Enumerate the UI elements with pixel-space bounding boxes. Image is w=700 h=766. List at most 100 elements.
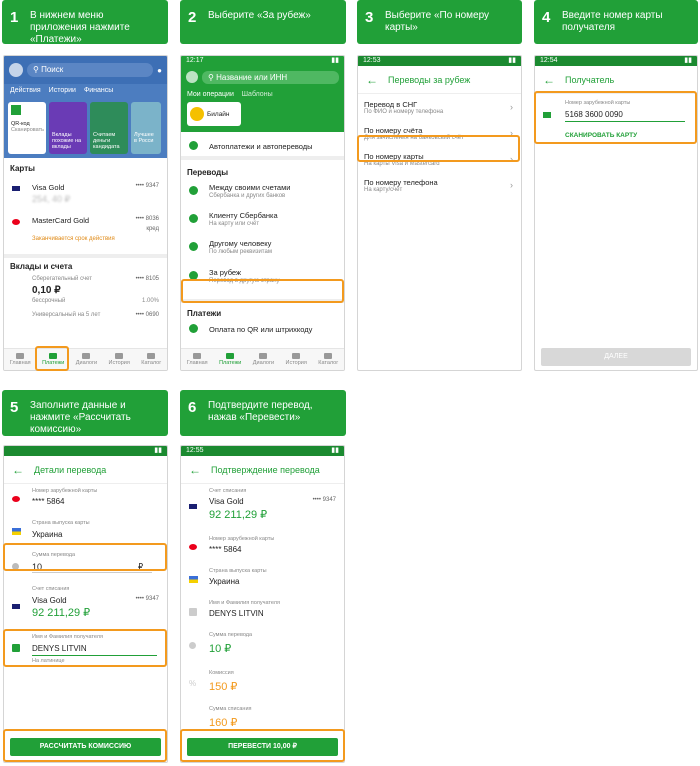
nav-home[interactable]: Главная xyxy=(187,353,208,366)
step-text: Заполните данные и нажмите «Рассчитать к… xyxy=(30,400,131,435)
autopay-link[interactable]: Автоплатежи и автопереводы xyxy=(209,142,313,151)
nav-home[interactable]: Главная xyxy=(10,353,31,366)
nav-history[interactable]: История xyxy=(108,353,130,366)
card-number-value: **** 5864 xyxy=(32,497,65,506)
tab-actions[interactable]: Действия xyxy=(10,84,41,98)
qr-icon xyxy=(11,105,21,115)
card-name[interactable]: MasterCard Gold xyxy=(32,216,89,225)
item-title: Перевод в СНГ xyxy=(364,100,418,109)
status-time: 12:54 xyxy=(540,57,558,64)
search-input[interactable]: ⚲ Поиск xyxy=(27,63,154,77)
nav-dialogs[interactable]: Диалоги xyxy=(76,353,97,366)
nav-label: Главная xyxy=(186,360,208,366)
card-name[interactable]: Visa Gold xyxy=(32,183,64,192)
item-sub: На карту или счёт xyxy=(209,221,260,227)
card-credit: кред xyxy=(146,226,159,232)
visa-icon xyxy=(189,504,197,509)
step-text: В нижнем меню приложения нажмите «Платеж… xyxy=(30,10,130,45)
person-icon xyxy=(12,644,20,652)
avatar[interactable] xyxy=(9,63,23,77)
total-value: 160 ₽ xyxy=(209,717,238,729)
mastercard-icon xyxy=(189,544,197,550)
amount-input[interactable]: 10 xyxy=(32,562,152,573)
transfer-by-account[interactable]: По номеру счёта Для зачисления на банковс… xyxy=(358,126,521,150)
autopay-icon xyxy=(189,141,198,150)
transfer-sber-client[interactable]: Клиенту Сбербанка На карту или счёт xyxy=(181,209,344,237)
bell-icon[interactable]: ● xyxy=(157,66,162,75)
nav-catalog[interactable]: Каталог xyxy=(318,353,338,366)
visa-icon xyxy=(12,604,20,609)
tab-finance[interactable]: Финансы xyxy=(84,84,113,98)
account-number: •••• 9347 xyxy=(135,596,159,602)
back-arrow-icon[interactable]: ← xyxy=(366,73,378,87)
story-card[interactable]: Считаем деньги кандидата xyxy=(90,102,128,154)
mastercard-icon xyxy=(12,219,20,225)
recipient-name-value: DENYS LITVIN xyxy=(209,609,264,618)
phone-payments: 12:17 ▮▮ ⚲ Название или ИНН Мои операции … xyxy=(180,55,345,371)
search-icon: ⚲ xyxy=(33,65,42,74)
step-number: 5 xyxy=(10,399,19,416)
transfer-button[interactable]: ПЕРЕВЕСТИ 10,00 ₽ xyxy=(187,738,338,756)
transfer-cis[interactable]: Перевод в СНГ По ФИО и номеру телефона › xyxy=(358,100,521,124)
person-icon xyxy=(189,608,197,616)
tab-stories[interactable]: Истории xyxy=(49,84,76,98)
qr-payment-link[interactable]: Оплата по QR или штрихкоду xyxy=(209,325,312,334)
transfer-other-person[interactable]: Другому человеку По любым реквизитам xyxy=(181,237,344,265)
story-card[interactable]: Вклады похожие на вклады xyxy=(49,102,87,154)
scan-card-button[interactable]: СКАНИРОВАТЬ КАРТУ xyxy=(565,132,637,139)
nav-dialogs[interactable]: Диалоги xyxy=(253,353,274,366)
phone-home: ⚲ Поиск ● Действия Истории Финансы QR-код С… xyxy=(3,55,168,371)
phone-confirm: 12:55 ▮▮ ← Подтверждение перевода Счет спи… xyxy=(180,445,345,763)
status-icons: ▮▮ xyxy=(684,57,692,64)
nav-label: История xyxy=(285,360,307,366)
back-arrow-icon[interactable]: ← xyxy=(189,463,201,477)
currency-select[interactable]: ₽ xyxy=(138,562,143,571)
tab-templates[interactable]: Шаблоны xyxy=(242,91,273,98)
back-arrow-icon[interactable]: ← xyxy=(543,73,555,87)
story-card[interactable]: Лучшее в Росси xyxy=(131,102,161,154)
tile-label: Билайн xyxy=(207,110,230,118)
card-number-input[interactable]: 5168 3600 0090 xyxy=(565,110,685,122)
next-button[interactable]: ДАЛЕЕ xyxy=(541,348,691,366)
nav-payments[interactable]: Платежи xyxy=(219,353,241,366)
tab-my-operations[interactable]: Мои операции xyxy=(187,91,234,98)
item-sub: Перевод в другую страну xyxy=(209,278,280,284)
field-hint: На латинице xyxy=(32,658,65,664)
search-input[interactable]: ⚲ Название или ИНН xyxy=(202,70,339,84)
calculate-fee-button[interactable]: РАССЧИТАТЬ КОМИССИЮ xyxy=(10,738,161,756)
transfer-abroad[interactable]: За рубеж Перевод в другую страну xyxy=(181,265,344,293)
nav-history[interactable]: История xyxy=(285,353,307,366)
transfer-by-card[interactable]: По номеру карты На карты Visa и Mastercar… xyxy=(358,152,521,176)
item-title: По номеру счёта xyxy=(364,126,423,135)
account-name[interactable]: Сберегательный счет xyxy=(32,276,92,282)
step-1-header: 1 В нижнем меню приложения нажмите «Плате… xyxy=(2,0,168,45)
step-4-header: 4 Введите номер карты получателя xyxy=(534,0,698,44)
chevron-right-icon: › xyxy=(510,102,513,112)
back-arrow-icon[interactable]: ← xyxy=(12,463,24,477)
step-5-header: 5 Заполните данные и нажмите «Рассчитать … xyxy=(2,390,168,436)
nav-catalog[interactable]: Каталог xyxy=(141,353,161,366)
transfer-by-phone[interactable]: По номеру телефона На карту/счёт › xyxy=(358,178,521,202)
recipient-name-input[interactable]: DENYS LITVIN xyxy=(32,644,157,656)
beeline-tile[interactable]: Билайн xyxy=(187,102,241,126)
transfer-between-accounts[interactable]: Между своими счетами Сбербанка и других б… xyxy=(181,181,344,209)
card-number: •••• 9347 xyxy=(135,183,159,189)
search-icon: ⚲ xyxy=(208,72,217,82)
story-qr[interactable]: QR-код Сканировать xyxy=(8,102,46,154)
step-number: 1 xyxy=(10,9,19,26)
page-title: Детали перевода xyxy=(34,464,107,475)
account-name[interactable]: Visa Gold xyxy=(32,596,67,605)
page-title: Получатель xyxy=(565,74,615,85)
status-time: 12:17 xyxy=(186,57,204,64)
nav-payments[interactable]: Платежи xyxy=(42,353,64,366)
status-icons: ▮▮ xyxy=(331,57,339,64)
step-2-header: 2 Выберите «За рубеж» xyxy=(180,0,346,44)
avatar[interactable] xyxy=(186,71,198,83)
status-icons: ▮▮ xyxy=(508,57,516,64)
story-label: Считаем деньги кандидата xyxy=(93,132,120,150)
sber-icon xyxy=(189,214,198,223)
account-name[interactable]: Универсальный на 5 лет xyxy=(32,312,100,318)
nav-label: Главная xyxy=(9,360,31,366)
item-sub: По любым реквизитам xyxy=(209,249,272,255)
globe-icon xyxy=(189,271,198,280)
